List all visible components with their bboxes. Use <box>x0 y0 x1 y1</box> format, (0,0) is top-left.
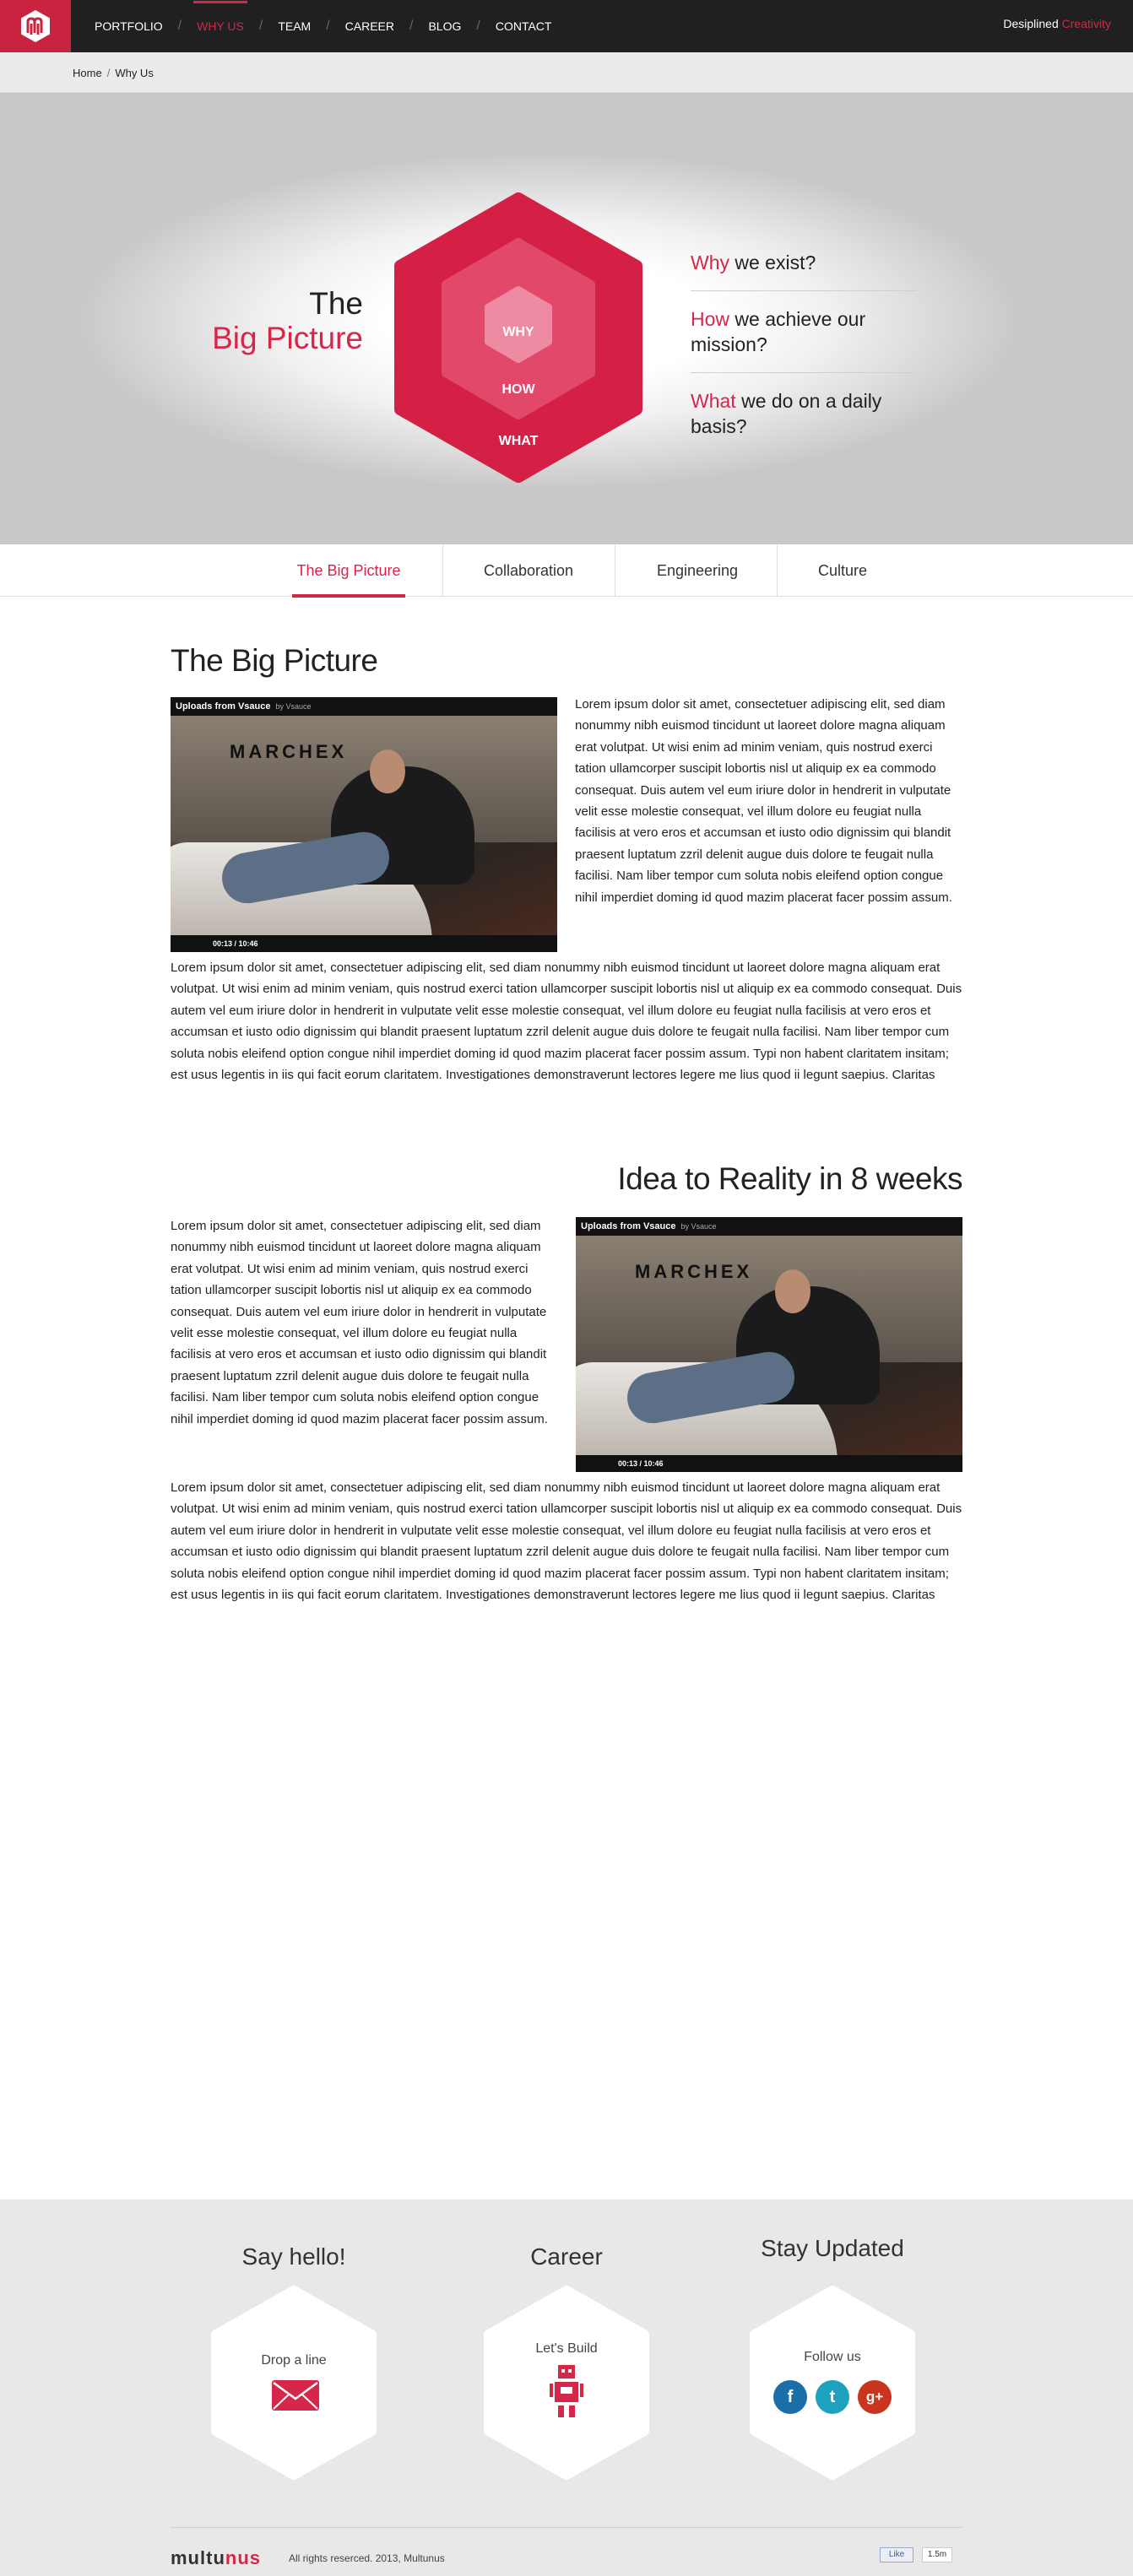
follow-us-card: Follow us f t g+ <box>748 2286 917 2484</box>
question-what[interactable]: What we do on a daily basis? <box>691 383 917 454</box>
video-thumbnail: MARCHEX <box>171 716 557 944</box>
tagline: Desiplined Creativity <box>1003 17 1111 30</box>
breadcrumb-current: Why Us <box>115 67 154 79</box>
hex-label-why[interactable]: WHY <box>485 325 552 340</box>
section-body-text: Lorem ipsum dolor sit amet, consectetuer… <box>171 961 962 1083</box>
top-nav-bar: PORTFOLIO / WHY US / TEAM / CAREER / BLOG / C… <box>0 0 1133 52</box>
nav-blog[interactable]: BLOG <box>428 19 461 33</box>
footer-divider <box>171 2527 962 2528</box>
video-player[interactable]: Uploads from Vsauce by Vsauce MARCHEX 00:… <box>171 697 557 952</box>
footer-brand-logo[interactable]: multunus <box>171 2547 261 2569</box>
robot-icon <box>550 2365 583 2417</box>
hero-questions: Why we exist? How we achieve our mission… <box>691 245 917 464</box>
nav-team[interactable]: TEAM <box>278 19 311 33</box>
section-idea-to-reality: Idea to Reality in 8 weeks <box>171 1161 962 1197</box>
question-how[interactable]: How we achieve our mission? <box>691 301 917 373</box>
tab-big-picture[interactable]: The Big Picture <box>292 544 405 598</box>
nav-why-us[interactable]: WHY US <box>193 1 247 33</box>
facebook-like-button[interactable]: Like <box>880 2547 913 2562</box>
google-plus-icon[interactable]: g+ <box>858 2380 892 2414</box>
hex-label-how[interactable]: HOW <box>485 382 552 398</box>
breadcrumb-home[interactable]: Home <box>73 67 102 79</box>
tab-engineering[interactable]: Engineering <box>628 544 767 597</box>
nav-contact[interactable]: CONTACT <box>496 19 552 33</box>
video-controls[interactable]: 00:13 / 10:46 <box>171 935 557 952</box>
breadcrumb: Home / Why Us <box>0 52 1133 93</box>
section-side-text: Lorem ipsum dolor sit amet, consectetuer… <box>575 697 952 905</box>
question-why[interactable]: Why we exist? <box>691 245 917 291</box>
nav-portfolio[interactable]: PORTFOLIO <box>95 19 163 33</box>
why-how-what-hexagon: WHY HOW WHAT <box>392 192 645 488</box>
main-nav: PORTFOLIO / WHY US / TEAM / CAREER / BLOG / C… <box>95 1 552 33</box>
twitter-icon[interactable]: t <box>816 2380 849 2414</box>
facebook-icon[interactable]: f <box>773 2380 807 2414</box>
hex-label-what[interactable]: WHAT <box>485 434 552 449</box>
video-thumbnail: MARCHEX <box>576 1236 962 1464</box>
logo-icon <box>21 10 50 42</box>
video-player[interactable]: Uploads from Vsauce by Vsauce MARCHEX 00:… <box>576 1217 962 1472</box>
tab-culture[interactable]: Culture <box>790 544 895 597</box>
like-count: 1.5m <box>922 2547 952 2562</box>
site-logo[interactable] <box>0 0 71 52</box>
envelope-icon <box>272 2380 319 2411</box>
footer-stay-updated-title: Stay Updated <box>761 2235 904 2261</box>
drop-a-line-card[interactable]: Drop a line <box>209 2286 378 2484</box>
copyright-text: All rights reserced. 2013, Multunus <box>289 2552 445 2564</box>
section-body-text: Lorem ipsum dolor sit amet, consectetuer… <box>171 1480 962 1603</box>
hero-title: The Big Picture <box>212 286 363 355</box>
footer: Say hello! Drop a line Career Let's Buil… <box>0 2200 1133 2576</box>
footer-career-title: Career <box>530 2243 603 2270</box>
nav-career[interactable]: CAREER <box>345 19 394 33</box>
video-controls[interactable]: 00:13 / 10:46 <box>576 1455 962 1472</box>
section-title: The Big Picture <box>171 643 378 678</box>
hero-banner: The Big Picture WHY HOW WHAT Why we exis… <box>0 93 1133 544</box>
tab-collaboration[interactable]: Collaboration <box>456 544 601 597</box>
section-side-text: Lorem ipsum dolor sit amet, consectetuer… <box>171 1219 548 1426</box>
section-tabs: The Big Picture Collaboration Engineerin… <box>0 544 1133 598</box>
lets-build-card[interactable]: Let's Build <box>482 2286 651 2484</box>
section-big-picture: The Big Picture <box>171 643 962 679</box>
footer-say-hello-title: Say hello! <box>241 2243 346 2270</box>
section-title: Idea to Reality in 8 weeks <box>617 1161 962 1196</box>
